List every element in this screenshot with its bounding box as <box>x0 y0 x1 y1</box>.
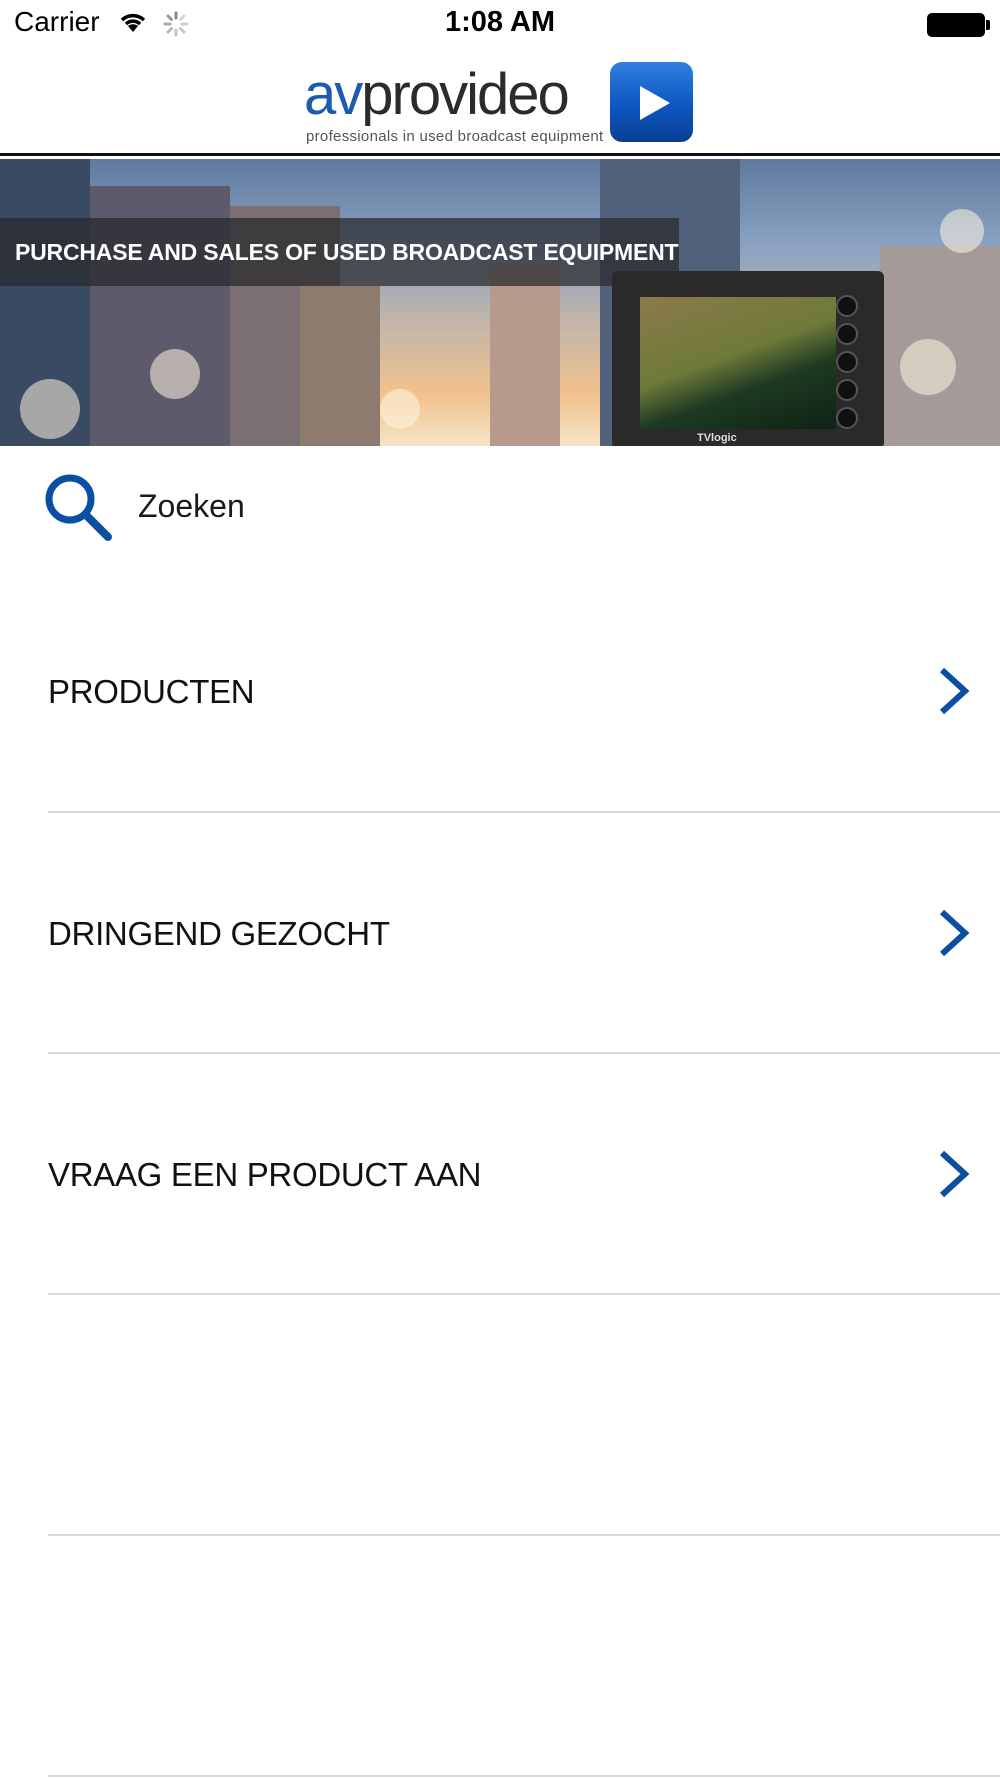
monitor-knob <box>836 323 858 345</box>
light-bokeh <box>940 209 984 253</box>
menu-item-label: PRODUCTEN <box>48 673 255 710</box>
monitor-knob <box>836 295 858 317</box>
light-bokeh <box>900 339 956 395</box>
monitor-image: TVlogic <box>612 271 884 446</box>
monitor-knob <box>836 351 858 373</box>
logo-wordmark: avprovideo <box>304 66 570 124</box>
battery-icon <box>927 13 985 37</box>
monitor-screen <box>640 297 836 429</box>
search-icon[interactable] <box>42 471 114 548</box>
chevron-right-icon <box>937 908 971 963</box>
menu-item-label: VRAAG EEN PRODUCT AAN <box>48 1156 482 1193</box>
menu-item-empty <box>0 1536 1000 1778</box>
monitor-knob <box>836 407 858 429</box>
play-icon <box>610 62 693 142</box>
banner-caption: PURCHASE AND SALES OF USED BROADCAST EQU… <box>0 218 679 286</box>
light-bokeh <box>380 389 420 429</box>
menu-item-producten[interactable]: PRODUCTEN <box>0 571 1000 813</box>
monitor-brand: TVlogic <box>697 432 737 444</box>
light-bokeh <box>150 349 200 399</box>
light-bokeh <box>20 379 80 439</box>
logo-main: provideo <box>361 62 569 127</box>
chevron-right-icon <box>937 1149 971 1204</box>
list-divider <box>48 1775 1000 1777</box>
logo-tagline: professionals in used broadcast equipmen… <box>306 128 604 145</box>
menu-item-label: DRINGEND GEZOCHT <box>48 915 390 952</box>
monitor-knob <box>836 379 858 401</box>
search-row[interactable]: Zoeken <box>0 446 1000 571</box>
app-header: avprovideo professionals in used broadca… <box>0 50 1000 156</box>
search-label[interactable]: Zoeken <box>138 488 245 525</box>
battery-tip <box>986 20 990 30</box>
building-illustration <box>490 266 560 446</box>
banner-caption-text: PURCHASE AND SALES OF USED BROADCAST EQU… <box>15 239 679 265</box>
menu-item-empty <box>0 1295 1000 1537</box>
chevron-right-icon <box>937 666 971 721</box>
logo-prefix: av <box>304 62 363 127</box>
menu-item-vraag-een-product-aan[interactable]: VRAAG EEN PRODUCT AAN <box>0 1054 1000 1296</box>
hero-banner: PURCHASE AND SALES OF USED BROADCAST EQU… <box>0 159 1000 446</box>
status-bar: Carrier 1:08 AM <box>0 0 1000 50</box>
status-time: 1:08 AM <box>444 6 556 38</box>
menu-item-dringend-gezocht[interactable]: DRINGEND GEZOCHT <box>0 813 1000 1055</box>
building-illustration <box>300 286 380 446</box>
